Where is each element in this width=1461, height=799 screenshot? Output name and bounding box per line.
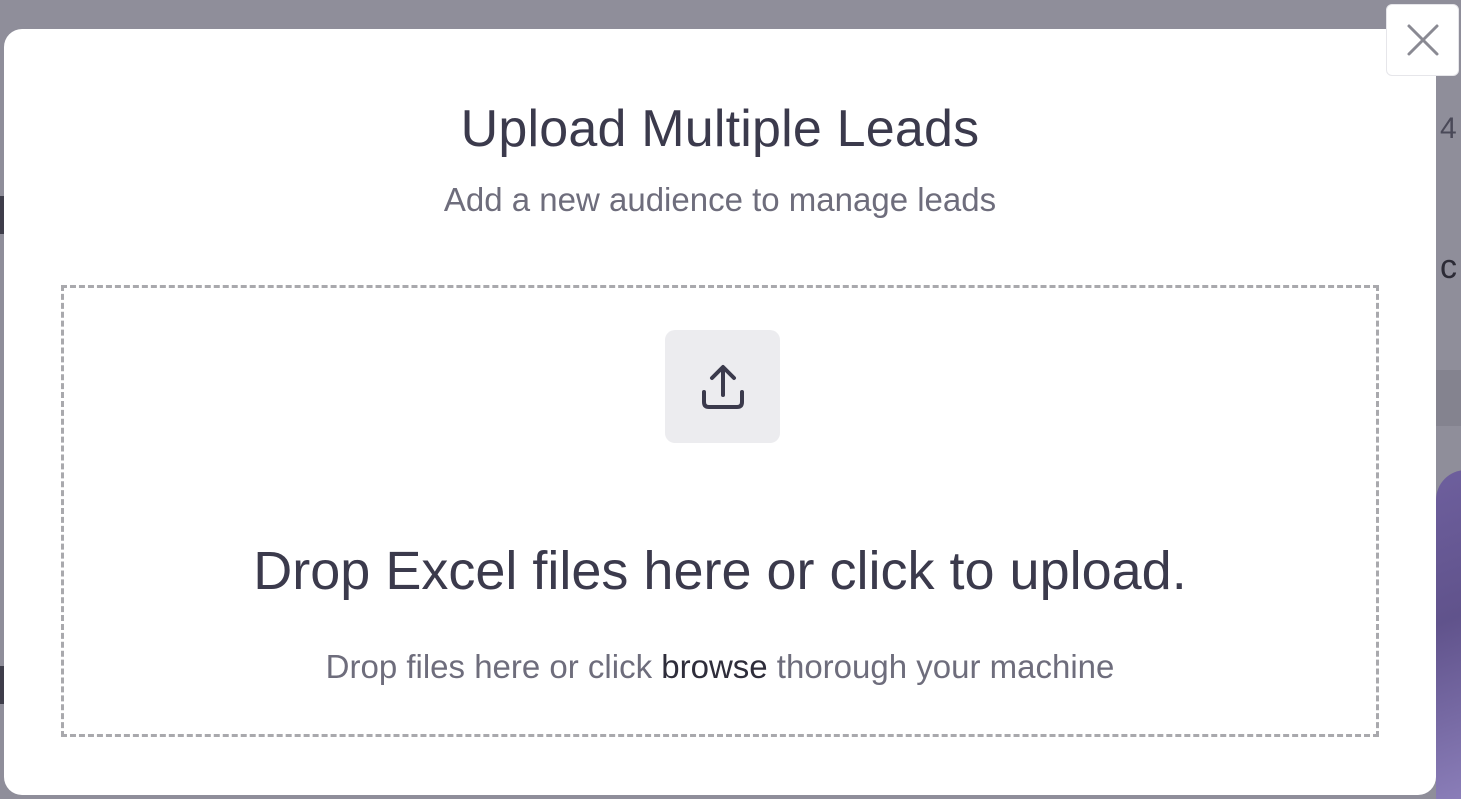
close-icon bbox=[1407, 24, 1438, 56]
background-text-fragment: 4 bbox=[1440, 112, 1457, 145]
dropzone-hint-text: Drop files here or click bbox=[325, 648, 662, 685]
upload-icon bbox=[701, 364, 744, 409]
dropzone-hint-text: thorough your machine bbox=[767, 648, 1115, 685]
dropzone-hint: Drop files here or click browse thorough… bbox=[64, 648, 1376, 686]
background-strip bbox=[1436, 370, 1461, 426]
dropzone-heading: Drop Excel files here or click to upload… bbox=[253, 541, 1187, 601]
upload-leads-modal: Upload Multiple Leads Add a new audience… bbox=[4, 29, 1436, 795]
background-illustration bbox=[1436, 470, 1461, 799]
close-button[interactable] bbox=[1386, 4, 1459, 76]
file-dropzone[interactable]: Drop Excel files here or click to upload… bbox=[61, 285, 1379, 737]
background-text-fragment: c bbox=[1440, 248, 1457, 286]
modal-title: Upload Multiple Leads bbox=[460, 100, 980, 158]
upload-icon-box[interactable] bbox=[665, 330, 780, 443]
browse-link[interactable]: browse bbox=[661, 648, 767, 685]
modal-subtitle: Add a new audience to manage leads bbox=[443, 181, 997, 218]
